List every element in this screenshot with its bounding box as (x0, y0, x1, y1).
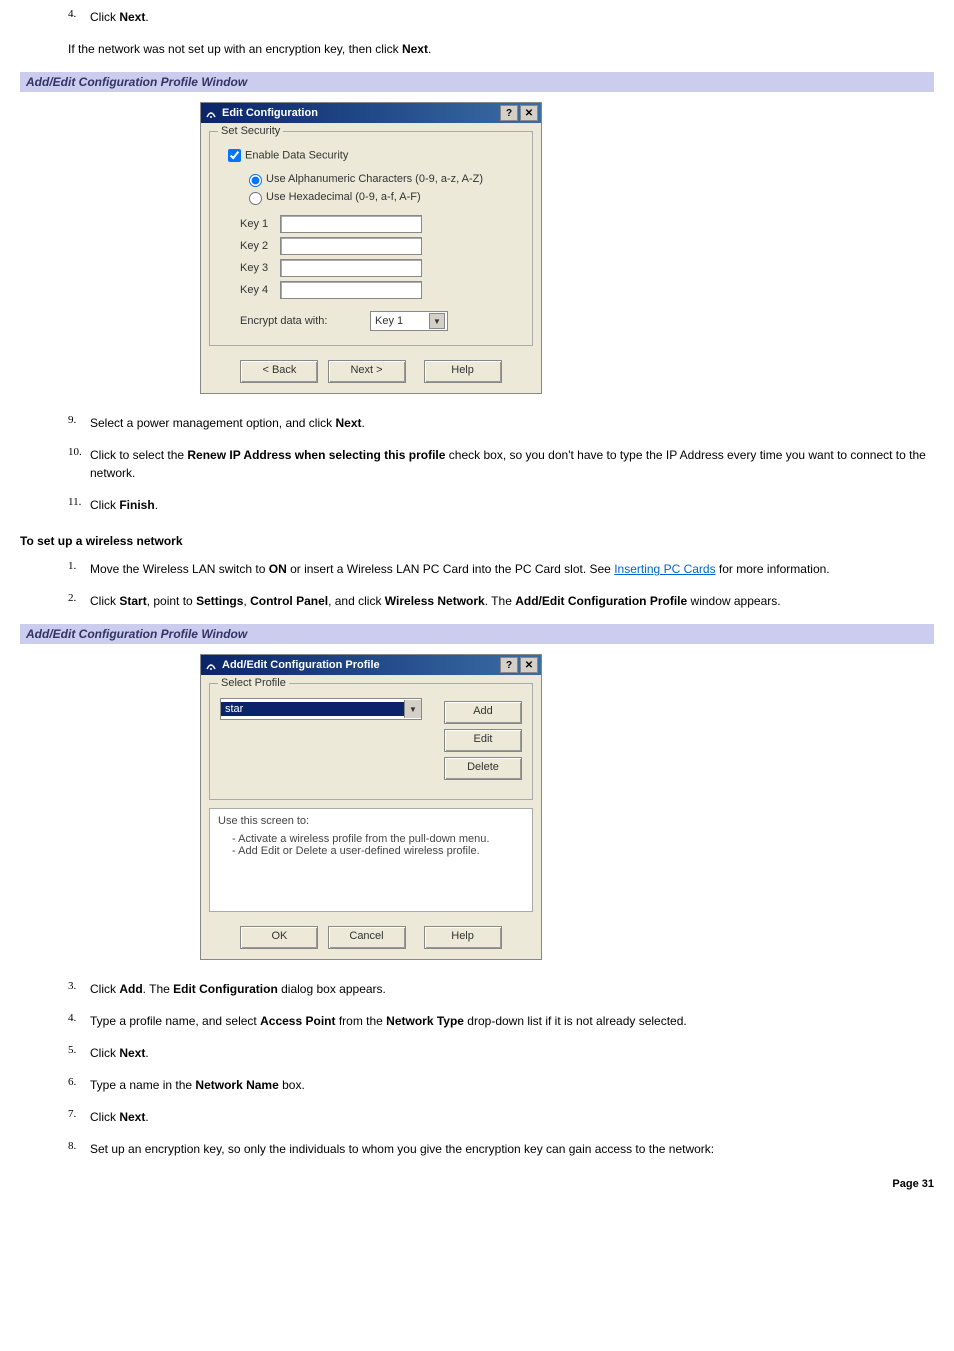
chevron-down-icon: ▼ (404, 700, 421, 718)
alphanumeric-radio[interactable] (249, 174, 262, 187)
inserting-pc-cards-link[interactable]: Inserting PC Cards (614, 562, 715, 576)
key3-label: Key 3 (240, 262, 280, 274)
key2-label: Key 2 (240, 240, 280, 252)
titlebar: Edit Configuration ? ✕ (201, 103, 541, 123)
key3-input[interactable] (280, 259, 422, 277)
back-button[interactable]: < Back (240, 360, 318, 383)
setup-step-4: 4. Type a profile name, and select Acces… (68, 1012, 934, 1030)
key4-input[interactable] (280, 281, 422, 299)
dialog-title: Edit Configuration (222, 107, 498, 119)
subheading-setup-wireless: To set up a wireless network (20, 534, 934, 548)
step-text: Click Next. (90, 8, 934, 26)
help-button[interactable]: Help (424, 926, 502, 949)
add-edit-profile-dialog: Add/Edit Configuration Profile ? ✕ Selec… (200, 654, 542, 960)
hexadecimal-label: Use Hexadecimal (0-9, a-f, A-F) (266, 191, 421, 203)
instruction-1: - Activate a wireless profile from the p… (232, 833, 524, 845)
group-legend: Select Profile (218, 677, 289, 689)
select-profile-group: Select Profile star ▼ Add Edit Delete (209, 683, 533, 800)
step-9: 9. Select a power management option, and… (68, 414, 934, 432)
ok-button[interactable]: OK (240, 926, 318, 949)
step-4-note: If the network was not set up with an en… (68, 40, 934, 58)
chevron-down-icon: ▼ (429, 313, 445, 329)
step-number: 4. (68, 8, 90, 20)
help-button[interactable]: Help (424, 360, 502, 383)
enable-data-security-label: Enable Data Security (245, 149, 348, 161)
section-heading-add-edit-profile: Add/Edit Configuration Profile Window (20, 624, 934, 644)
key1-label: Key 1 (240, 218, 280, 230)
group-legend: Set Security (218, 125, 283, 137)
cancel-button[interactable]: Cancel (328, 926, 406, 949)
instruction-2: - Add Edit or Delete a user-defined wire… (232, 845, 524, 857)
encrypt-with-label: Encrypt data with: (240, 315, 370, 327)
key2-input[interactable] (280, 237, 422, 255)
hexadecimal-radio[interactable] (249, 192, 262, 205)
edit-button[interactable]: Edit (444, 729, 522, 752)
close-button[interactable]: ✕ (520, 105, 538, 121)
help-button[interactable]: ? (500, 105, 518, 121)
setup-step-2: 2. Click Start, point to Settings, Contr… (68, 592, 934, 610)
enable-data-security-checkbox[interactable] (228, 149, 241, 162)
instructions-box: Use this screen to: - Activate a wireles… (209, 808, 533, 912)
setup-step-3: 3. Click Add. The Edit Configuration dia… (68, 980, 934, 998)
step-4: 4. Click Next. (68, 8, 934, 26)
next-button[interactable]: Next > (328, 360, 406, 383)
wireless-icon (204, 658, 218, 672)
setup-step-7: 7. Click Next. (68, 1108, 934, 1126)
add-button[interactable]: Add (444, 701, 522, 724)
section-heading-edit-config: Add/Edit Configuration Profile Window (20, 72, 934, 92)
page-number: Page 31 (20, 1178, 934, 1190)
setup-step-1: 1. Move the Wireless LAN switch to ON or… (68, 560, 934, 578)
setup-step-6: 6. Type a name in the Network Name box. (68, 1076, 934, 1094)
key4-label: Key 4 (240, 284, 280, 296)
help-button[interactable]: ? (500, 657, 518, 673)
edit-configuration-dialog: Edit Configuration ? ✕ Set Security Enab… (200, 102, 542, 394)
step-10: 10. Click to select the Renew IP Address… (68, 446, 934, 482)
dialog-title: Add/Edit Configuration Profile (222, 659, 498, 671)
alphanumeric-label: Use Alphanumeric Characters (0-9, a-z, A… (266, 173, 483, 185)
setup-step-5: 5. Click Next. (68, 1044, 934, 1062)
instructions-heading: Use this screen to: (218, 815, 524, 827)
set-security-group: Set Security Enable Data Security Use Al… (209, 131, 533, 346)
close-button[interactable]: ✕ (520, 657, 538, 673)
wireless-icon (204, 106, 218, 120)
setup-step-8: 8. Set up an encryption key, so only the… (68, 1140, 934, 1158)
step-11: 11. Click Finish. (68, 496, 934, 514)
key1-input[interactable] (280, 215, 422, 233)
encrypt-key-select[interactable]: Key 1 ▼ (370, 311, 448, 331)
profile-select[interactable]: star ▼ (220, 698, 422, 720)
delete-button[interactable]: Delete (444, 757, 522, 780)
titlebar: Add/Edit Configuration Profile ? ✕ (201, 655, 541, 675)
